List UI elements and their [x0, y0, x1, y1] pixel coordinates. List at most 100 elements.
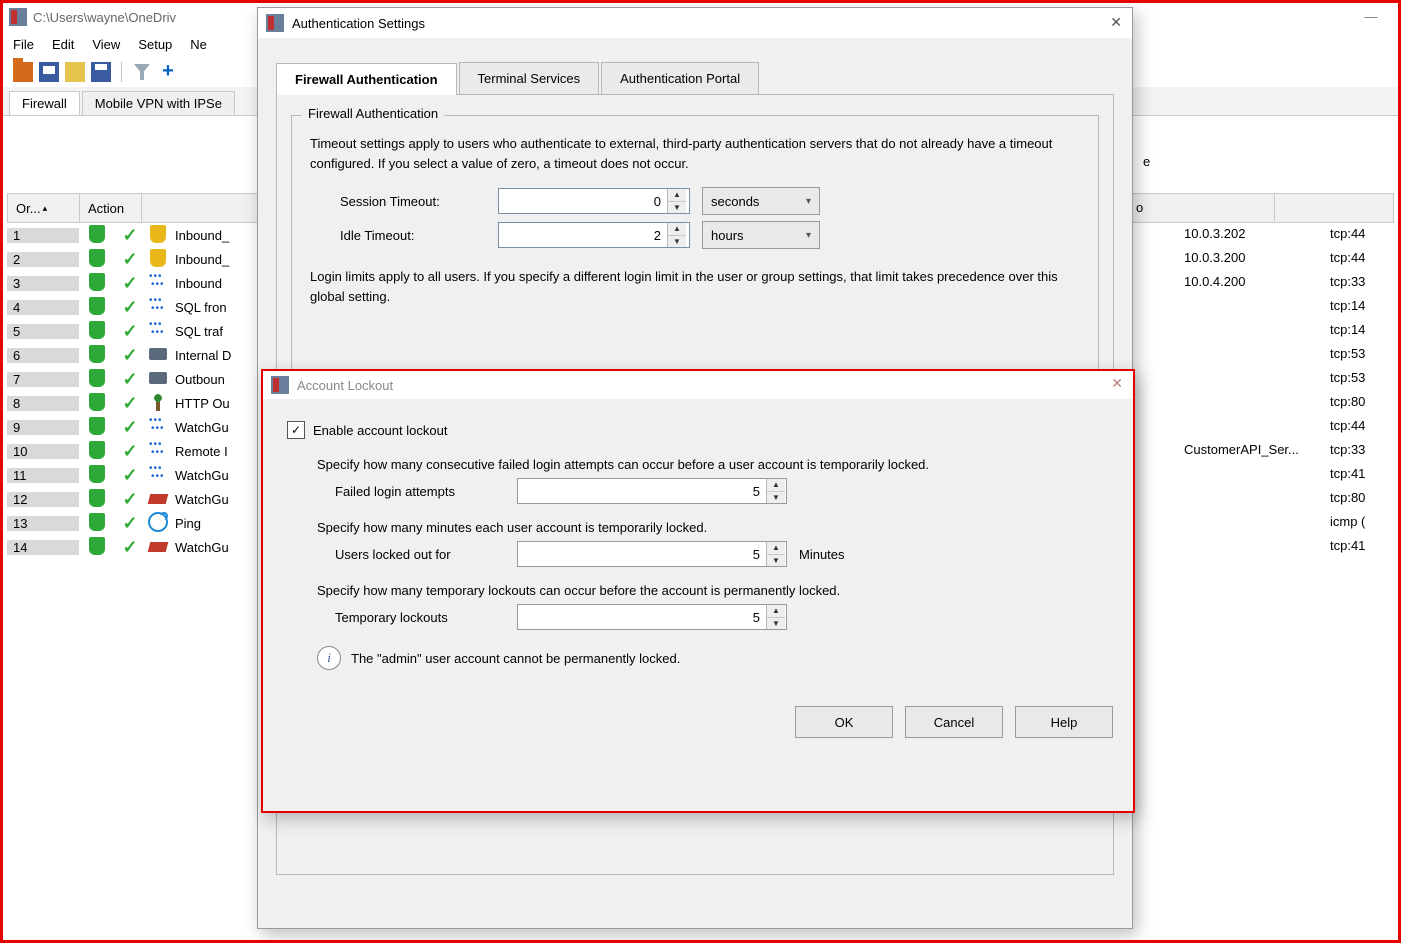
locked-out-label: Users locked out for — [335, 547, 505, 562]
info-icon: i — [317, 646, 341, 670]
temp-lockouts-input[interactable]: ▲▼ — [517, 604, 787, 630]
cell-order: 8 — [7, 396, 79, 411]
cell-order: 11 — [7, 468, 79, 483]
cell-order: 13 — [7, 516, 79, 531]
cell-order: 14 — [7, 540, 79, 555]
open-folder-icon[interactable] — [65, 62, 85, 82]
session-timeout-unit[interactable]: seconds▾ — [702, 187, 820, 215]
col-order[interactable]: Or... ▴ — [8, 194, 80, 222]
status-shield-icon — [79, 441, 115, 462]
enabled-check-icon: ✓ — [115, 441, 145, 462]
menu-setup[interactable]: Setup — [138, 37, 172, 52]
cell-to: 10.0.3.200 — [1184, 250, 1330, 265]
policy-type-icon — [145, 492, 171, 507]
tab-firewall-auth[interactable]: Firewall Authentication — [276, 63, 457, 95]
menu-view[interactable]: View — [92, 37, 120, 52]
enabled-check-icon: ✓ — [115, 297, 145, 318]
chevron-down-icon: ▾ — [806, 196, 811, 207]
acct-dialog-titlebar: Account Lockout ✕ — [263, 371, 1133, 399]
policy-name: Ping — [171, 516, 201, 531]
cell-order: 1 — [7, 228, 79, 243]
enabled-check-icon: ✓ — [115, 369, 145, 390]
temp-lockouts-desc: Specify how many temporary lockouts can … — [287, 583, 1109, 598]
idle-timeout-field[interactable] — [499, 227, 667, 244]
session-timeout-input[interactable]: ▲▼ — [498, 188, 690, 214]
fieldset-legend: Firewall Authentication — [302, 106, 444, 121]
tab-terminal-services[interactable]: Terminal Services — [459, 62, 600, 94]
main-title: C:\Users\wayne\OneDriv — [33, 10, 176, 25]
policy-type-icon — [145, 299, 171, 316]
spinner-icon[interactable]: ▲▼ — [766, 605, 785, 629]
row-right-cells: tcp:53 — [1184, 365, 1390, 389]
temp-lockouts-label: Temporary lockouts — [335, 610, 505, 625]
ok-button[interactable]: OK — [795, 706, 893, 738]
row-right-cells: tcp:14 — [1184, 293, 1390, 317]
status-shield-icon — [79, 369, 115, 390]
spinner-icon[interactable]: ▲▼ — [766, 542, 785, 566]
cell-to: 10.0.3.202 — [1184, 226, 1330, 241]
cell-port: tcp:53 — [1330, 370, 1390, 385]
save-icon[interactable] — [39, 62, 59, 82]
policy-name: WatchGu — [171, 420, 229, 435]
enable-lockout-checkbox[interactable]: ✓ Enable account lockout — [287, 421, 1109, 439]
chevron-down-icon: ▾ — [806, 230, 811, 241]
policy-type-icon — [145, 275, 171, 292]
row-right-cells: tcp:80 — [1184, 485, 1390, 509]
spinner-icon[interactable]: ▲▼ — [667, 189, 686, 213]
idle-timeout-input[interactable]: ▲▼ — [498, 222, 690, 248]
locked-out-input[interactable]: ▲▼ — [517, 541, 787, 567]
status-shield-icon — [79, 489, 115, 510]
col-action[interactable]: Action — [80, 194, 142, 222]
policy-name: SQL traf — [171, 324, 223, 339]
dialog-button-row: OK Cancel Help — [263, 692, 1133, 752]
status-shield-icon — [79, 393, 115, 414]
row-right-cells: tcp:80 — [1184, 389, 1390, 413]
status-shield-icon — [79, 225, 115, 246]
filter-icon[interactable] — [132, 62, 152, 82]
tab-auth-portal[interactable]: Authentication Portal — [601, 62, 759, 94]
cell-order: 4 — [7, 300, 79, 315]
status-shield-icon — [79, 249, 115, 270]
cell-port: tcp:80 — [1330, 490, 1390, 505]
session-timeout-label: Session Timeout: — [310, 194, 486, 209]
spinner-icon[interactable]: ▲▼ — [766, 479, 785, 503]
cell-port: tcp:33 — [1330, 274, 1390, 289]
close-icon[interactable]: ✕ — [1110, 14, 1122, 31]
status-shield-icon — [79, 345, 115, 366]
temp-lockouts-field[interactable] — [518, 609, 766, 626]
intro-text: Timeout settings apply to users who auth… — [310, 134, 1080, 173]
menu-file[interactable]: File — [13, 37, 34, 52]
col-to[interactable]: o — [1127, 193, 1275, 221]
enable-lockout-label: Enable account lockout — [313, 423, 447, 438]
policy-type-icon — [145, 323, 171, 340]
cancel-button[interactable]: Cancel — [905, 706, 1003, 738]
failed-attempts-input[interactable]: ▲▼ — [517, 478, 787, 504]
menu-edit[interactable]: Edit — [52, 37, 74, 52]
enabled-check-icon: ✓ — [115, 465, 145, 486]
tab-mobile-vpn[interactable]: Mobile VPN with IPSe — [82, 91, 235, 115]
status-shield-icon — [79, 297, 115, 318]
policy-type-icon — [145, 348, 171, 363]
tab-firewall[interactable]: Firewall — [9, 91, 80, 115]
cell-to: CustomerAPI_Ser... — [1184, 442, 1330, 457]
failed-attempts-desc: Specify how many consecutive failed logi… — [287, 457, 1109, 472]
policy-type-icon — [145, 393, 171, 414]
policy-type-icon — [145, 443, 171, 460]
minimize-button[interactable]: ― — [1358, 9, 1384, 29]
auth-dialog-tabs: Firewall Authentication Terminal Service… — [276, 62, 1114, 95]
spinner-icon[interactable]: ▲▼ — [667, 223, 686, 247]
save-as-icon[interactable] — [91, 62, 111, 82]
failed-attempts-field[interactable] — [518, 483, 766, 500]
help-button[interactable]: Help — [1015, 706, 1113, 738]
open-icon[interactable] — [13, 62, 33, 82]
idle-timeout-unit[interactable]: hours▾ — [702, 221, 820, 249]
session-timeout-field[interactable] — [499, 193, 667, 210]
add-icon[interactable]: + — [158, 62, 178, 82]
close-icon[interactable]: ✕ — [1111, 375, 1123, 392]
row-right-cells: CustomerAPI_Ser...tcp:33 — [1184, 437, 1390, 461]
column-header-fragment: e — [1143, 154, 1150, 169]
policy-name: HTTP Ou — [171, 396, 230, 411]
locked-out-field[interactable] — [518, 546, 766, 563]
menu-trunc[interactable]: Ne — [190, 37, 207, 52]
enabled-check-icon: ✓ — [115, 537, 145, 558]
